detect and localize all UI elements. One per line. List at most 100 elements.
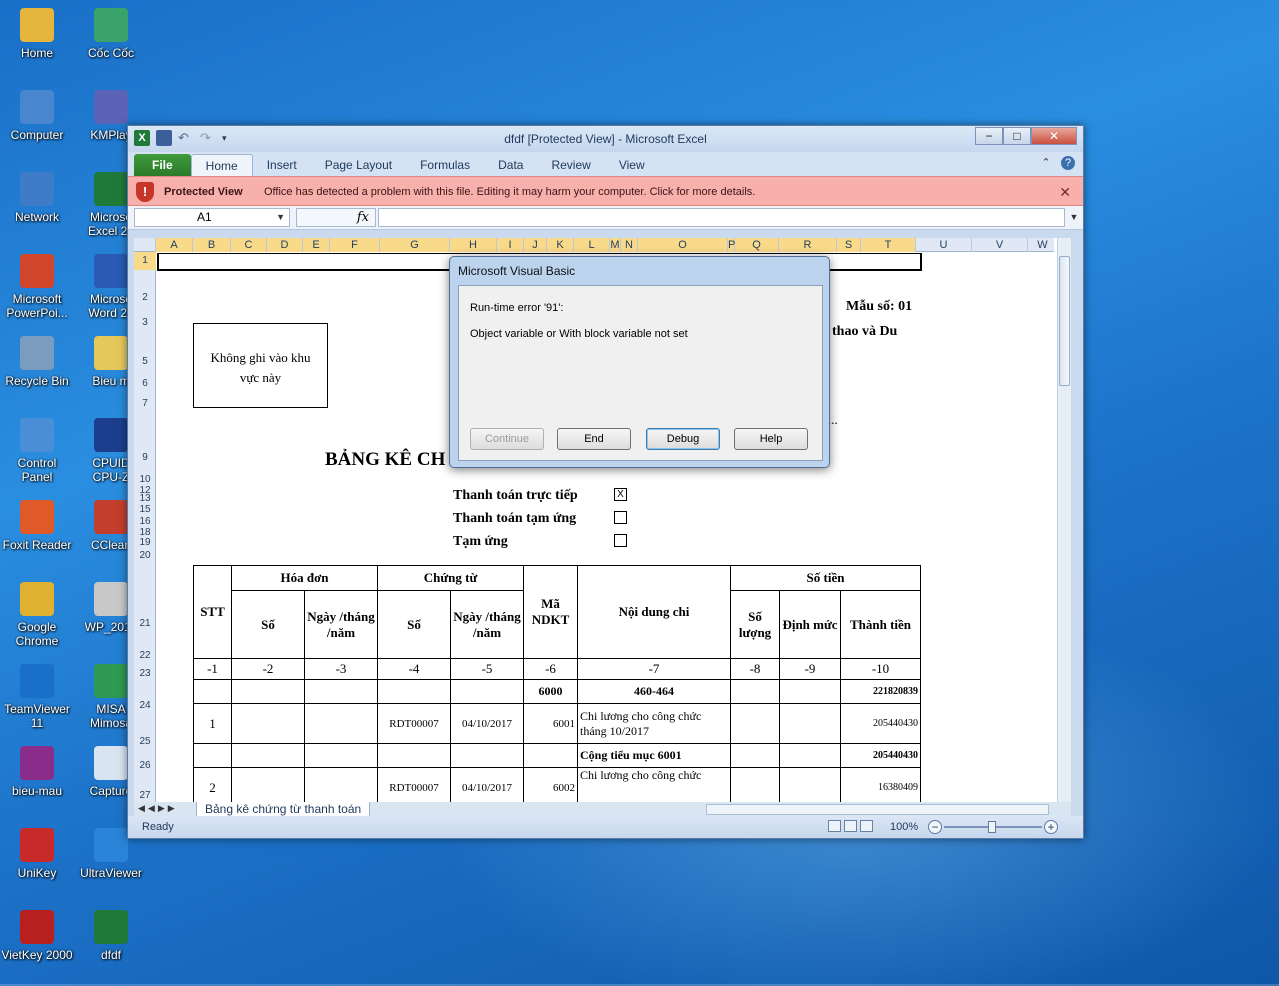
row-header[interactable]: 5	[134, 342, 156, 368]
desktop-icon-teamviewer[interactable]: TeamViewer 11	[0, 664, 74, 730]
cell[interactable]	[304, 743, 378, 768]
numbering-cell[interactable]: -10	[840, 658, 921, 680]
cell[interactable]	[450, 743, 524, 768]
cell-total[interactable]: 16380409	[840, 767, 921, 802]
row-header[interactable]: 1	[134, 252, 156, 270]
cell-stt[interactable]: 2	[193, 767, 232, 802]
cell[interactable]	[779, 743, 841, 768]
select-all-corner[interactable]	[134, 238, 156, 252]
desktop-icon-browser[interactable]: Cốc Cốc	[74, 8, 148, 60]
numbering-cell[interactable]: -4	[377, 658, 451, 680]
maximize-button[interactable]: □	[1003, 127, 1031, 145]
column-header[interactable]: J	[524, 238, 547, 252]
numbering-cell[interactable]: -6	[523, 658, 578, 680]
cell[interactable]	[377, 743, 451, 768]
desktop-icon-computer[interactable]: Computer	[0, 90, 74, 142]
checkbox-advance[interactable]	[614, 534, 627, 547]
cell-content[interactable]: Chi lương cho công chức tháng 10/2017	[577, 703, 731, 744]
collapse-ribbon-icon[interactable]: ⌃	[1039, 156, 1053, 170]
tab-file[interactable]: File	[134, 154, 191, 176]
column-header[interactable]: Q	[735, 238, 779, 252]
cell[interactable]	[779, 679, 841, 704]
protected-view-bar[interactable]: ! Protected View Office has detected a p…	[128, 176, 1083, 206]
cell[interactable]	[304, 679, 378, 704]
cell[interactable]	[231, 679, 305, 704]
column-header[interactable]: I	[497, 238, 524, 252]
cell[interactable]	[450, 679, 524, 704]
desktop-icon-recycle-bin[interactable]: Recycle Bin	[0, 336, 74, 388]
row-header[interactable]: 26	[134, 748, 156, 772]
cell[interactable]	[231, 703, 305, 744]
tab-formulas[interactable]: Formulas	[406, 154, 484, 176]
cell-total[interactable]: 205440430	[840, 703, 921, 744]
column-header[interactable]: W	[1028, 238, 1058, 252]
column-header[interactable]: R	[779, 238, 837, 252]
minimize-button[interactable]: −	[975, 127, 1003, 145]
desktop-icon-pdf-reader[interactable]: Foxit Reader	[0, 500, 74, 552]
row-header[interactable]: 23	[134, 662, 156, 680]
cell[interactable]	[523, 743, 578, 768]
row-header[interactable]: 7	[134, 390, 156, 410]
cell-stt[interactable]: 1	[193, 703, 232, 744]
column-header[interactable]: V	[972, 238, 1028, 252]
column-header[interactable]: F	[330, 238, 380, 252]
tab-insert[interactable]: Insert	[253, 154, 311, 176]
chevron-down-icon[interactable]: ▼	[276, 209, 285, 226]
formula-input[interactable]	[378, 208, 1065, 227]
column-header[interactable]: C	[231, 238, 267, 252]
zoom-slider-knob[interactable]	[988, 821, 996, 833]
tab-page-layout[interactable]: Page Layout	[311, 154, 406, 176]
tab-view[interactable]: View	[605, 154, 659, 176]
title-bar[interactable]: X ↶ ↷ ▾ dfdf [Protected View] - Microsof…	[128, 126, 1083, 152]
cell-total[interactable]: 221820839	[840, 679, 921, 704]
column-header[interactable]: D	[267, 238, 303, 252]
checkbox-direct-payment[interactable]: X	[614, 488, 627, 501]
row-header[interactable]: 24	[134, 680, 156, 712]
cell-voucher-no[interactable]: RDT00007	[377, 767, 451, 802]
column-header[interactable]: S	[837, 238, 861, 252]
column-header[interactable]: G	[380, 238, 450, 252]
close-button[interactable]: ✕	[1031, 127, 1077, 145]
row-header[interactable]: 20	[134, 549, 156, 562]
desktop-icon-archive[interactable]: bieu-mau	[0, 746, 74, 798]
sheet-nav-arrows-icon[interactable]: ◀◀▶▶	[138, 803, 178, 814]
numbering-cell[interactable]: -2	[231, 658, 305, 680]
insert-function-button[interactable]: fx	[296, 208, 376, 227]
end-button[interactable]: End	[557, 428, 631, 450]
cell[interactable]	[730, 679, 780, 704]
column-header[interactable]: H	[450, 238, 497, 252]
numbering-cell[interactable]: -3	[304, 658, 378, 680]
cell-total[interactable]: 205440430	[840, 743, 921, 768]
cell-voucher-date[interactable]: 04/10/2017	[450, 767, 524, 802]
column-header[interactable]: P	[728, 238, 735, 252]
cell[interactable]	[304, 703, 378, 744]
table-row[interactable]: 1 RDT00007 04/10/2017 6001 Chi lương cho…	[193, 703, 921, 744]
cell[interactable]	[193, 679, 232, 704]
page-break-view-icon[interactable]	[860, 820, 873, 832]
horizontal-scrollbar[interactable]	[706, 804, 1049, 815]
normal-view-icon[interactable]	[828, 820, 841, 832]
cell[interactable]	[231, 743, 305, 768]
desktop-icon-folder[interactable]: Home	[0, 8, 74, 60]
row-header[interactable]: 22	[134, 630, 156, 662]
row-header[interactable]: 16	[134, 513, 156, 528]
cell-content[interactable]: Chi lương cho công chức	[577, 767, 731, 802]
column-header[interactable]: T	[861, 238, 916, 252]
desktop-icon-unikey[interactable]: UniKey	[0, 828, 74, 880]
scroll-thumb[interactable]	[1059, 256, 1070, 386]
page-layout-view-icon[interactable]	[844, 820, 857, 832]
desktop-icon-chrome[interactable]: Google Chrome	[0, 582, 74, 648]
zoom-out-icon[interactable]: −	[928, 820, 942, 834]
desktop-icon-powerpoint[interactable]: Microsoft PowerPoi...	[0, 254, 74, 320]
tab-home[interactable]: Home	[190, 154, 253, 176]
cell-voucher-date[interactable]: 04/10/2017	[450, 703, 524, 744]
zoom-slider[interactable]: − +	[928, 820, 1058, 834]
cell[interactable]	[193, 743, 232, 768]
row-header[interactable]: 2	[134, 279, 156, 304]
name-box[interactable]: A1 ▼	[134, 208, 290, 227]
cell-ma[interactable]: 6002	[523, 767, 578, 802]
vertical-scrollbar[interactable]	[1057, 238, 1071, 802]
tab-review[interactable]: Review	[537, 154, 604, 176]
cell-content[interactable]: Cộng tiểu mục 6001	[577, 743, 731, 768]
table-row[interactable]: 2 RDT00007 04/10/2017 6002 Chi lương cho…	[193, 767, 921, 802]
